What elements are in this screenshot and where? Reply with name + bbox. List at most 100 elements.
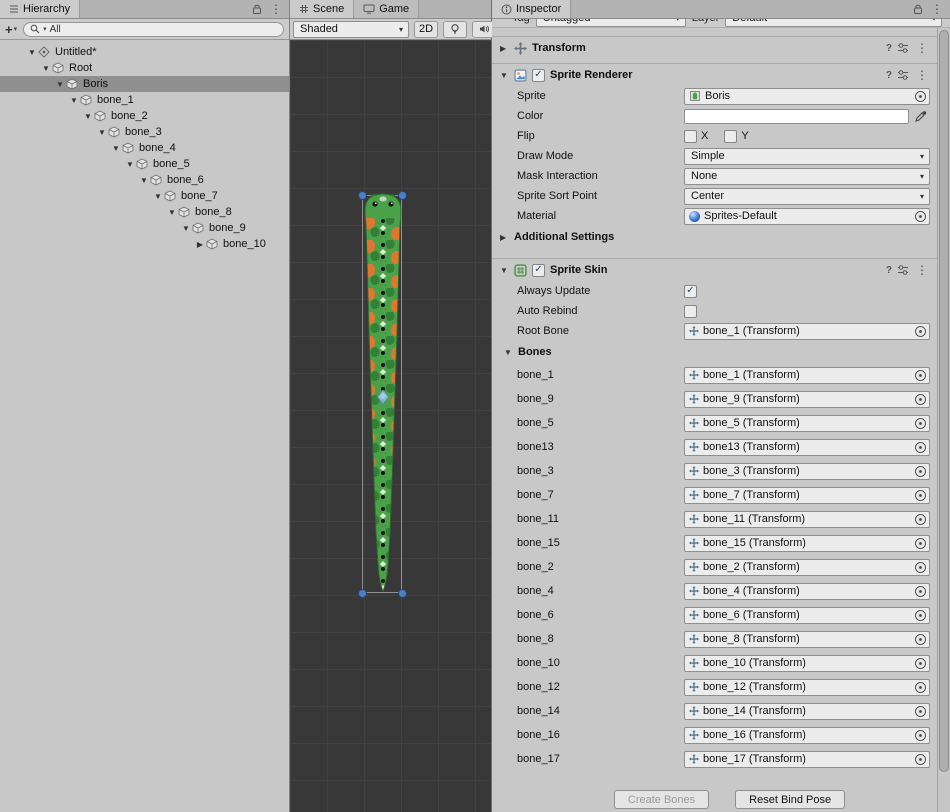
scene-viewport[interactable]	[290, 40, 491, 812]
lock-icon[interactable]	[913, 3, 923, 15]
foldout-icon[interactable]: ▼	[504, 348, 513, 357]
shading-mode-dropdown[interactable]: Shaded ▾	[293, 21, 409, 38]
bone-object-field[interactable]: bone_4 (Transform)	[684, 583, 930, 600]
hierarchy-tree-item[interactable]: ▼ bone_4	[0, 140, 289, 156]
object-picker-icon[interactable]	[915, 586, 926, 597]
foldout-icon[interactable]: ▼	[68, 96, 80, 105]
hierarchy-tree-item[interactable]: ▼ bone_9	[0, 220, 289, 236]
hierarchy-tree-item[interactable]: ▼ bone_1	[0, 92, 289, 108]
foldout-icon[interactable]: ▼	[110, 144, 122, 153]
help-icon[interactable]: ?	[886, 43, 892, 54]
object-picker-icon[interactable]	[915, 754, 926, 765]
bone-object-field[interactable]: bone_14 (Transform)	[684, 703, 930, 720]
object-picker-icon[interactable]	[915, 466, 926, 477]
foldout-icon[interactable]: ▼	[138, 176, 150, 185]
hierarchy-tree-item[interactable]: ▼ bone_5	[0, 156, 289, 172]
bone-object-field[interactable]: bone_12 (Transform)	[684, 679, 930, 696]
foldout-icon[interactable]: ▶	[194, 240, 206, 249]
hierarchy-tree-item[interactable]: ▼ Untitled*	[0, 44, 289, 60]
component-menu-icon[interactable]: ⋮	[914, 264, 930, 276]
bone-object-field[interactable]: bone_11 (Transform)	[684, 511, 930, 528]
inspector-scrollbar[interactable]	[937, 28, 950, 812]
lock-icon[interactable]	[252, 3, 262, 15]
bone-object-field[interactable]: bone_10 (Transform)	[684, 655, 930, 672]
bone-object-field[interactable]: bone_1 (Transform)	[684, 367, 930, 384]
search-input[interactable]: ▾ All	[23, 22, 284, 37]
object-picker-icon[interactable]	[915, 490, 926, 501]
layer-dropdown[interactable]: Default ▾	[725, 19, 942, 27]
reset-bind-pose-button[interactable]: Reset Bind Pose	[735, 790, 845, 809]
bone-object-field[interactable]: bone_3 (Transform)	[684, 463, 930, 480]
tab-hierarchy[interactable]: Hierarchy	[0, 0, 80, 18]
hierarchy-tree-item[interactable]: ▶ bone_10	[0, 236, 289, 252]
presets-icon[interactable]	[897, 69, 909, 81]
help-icon[interactable]: ?	[886, 70, 892, 81]
mask-interaction-dropdown[interactable]: None ▾	[684, 168, 930, 185]
object-picker-icon[interactable]	[915, 562, 926, 573]
transform-header[interactable]: ▶ Transform ? ⋮	[492, 37, 937, 59]
hierarchy-tree-item[interactable]: ▼ Root	[0, 60, 289, 76]
foldout-icon[interactable]: ▼	[500, 71, 509, 80]
foldout-icon[interactable]: ▼	[166, 208, 178, 217]
bone-object-field[interactable]: bone13 (Transform)	[684, 439, 930, 456]
foldout-icon[interactable]: ▼	[500, 266, 509, 275]
foldout-icon[interactable]: ▼	[96, 128, 108, 137]
bone-object-field[interactable]: bone_7 (Transform)	[684, 487, 930, 504]
sprite-object-field[interactable]: Boris	[684, 88, 930, 105]
foldout-icon[interactable]: ▼	[26, 48, 38, 57]
bones-foldout[interactable]: ▼ Bones	[492, 341, 937, 363]
selection-handle-top-left[interactable]	[358, 191, 367, 200]
object-picker-icon[interactable]	[915, 658, 926, 669]
selection-handle-bottom-left[interactable]	[358, 589, 367, 598]
object-picker-icon[interactable]	[915, 211, 926, 222]
foldout-icon[interactable]: ▼	[124, 160, 136, 169]
flip-y-checkbox[interactable]: ✓	[724, 130, 737, 143]
help-icon[interactable]: ?	[886, 265, 892, 276]
bone-object-field[interactable]: bone_17 (Transform)	[684, 751, 930, 768]
bone-object-field[interactable]: bone_15 (Transform)	[684, 535, 930, 552]
presets-icon[interactable]	[897, 42, 909, 54]
hierarchy-tree-item[interactable]: ▼ bone_6	[0, 172, 289, 188]
object-picker-icon[interactable]	[915, 442, 926, 453]
eyedropper-icon[interactable]	[914, 110, 930, 123]
always-update-checkbox[interactable]: ✓	[684, 285, 697, 298]
selection-handle-top-right[interactable]	[398, 191, 407, 200]
create-bones-button[interactable]: Create Bones	[614, 790, 709, 809]
bone-object-field[interactable]: bone_9 (Transform)	[684, 391, 930, 408]
hierarchy-tree-item[interactable]: ▼ bone_8	[0, 204, 289, 220]
bone-object-field[interactable]: bone_16 (Transform)	[684, 727, 930, 744]
boris-sprite[interactable]	[360, 192, 406, 596]
object-picker-icon[interactable]	[915, 682, 926, 693]
hierarchy-tree-item[interactable]: ▼ Boris	[0, 76, 289, 92]
object-picker-icon[interactable]	[915, 730, 926, 741]
tab-game[interactable]: Game	[354, 0, 419, 18]
foldout-icon[interactable]: ▼	[54, 80, 66, 89]
tab-scene[interactable]: Scene	[290, 0, 354, 18]
foldout-icon[interactable]: ▼	[82, 112, 94, 121]
panel-menu-icon[interactable]: ⋮	[929, 3, 945, 15]
presets-icon[interactable]	[897, 264, 909, 276]
foldout-icon[interactable]: ▼	[152, 192, 164, 201]
object-picker-icon[interactable]	[915, 538, 926, 549]
object-picker-icon[interactable]	[915, 610, 926, 621]
object-picker-icon[interactable]	[915, 706, 926, 717]
foldout-icon[interactable]: ▼	[40, 64, 52, 73]
root-bone-object-field[interactable]: bone_1 (Transform)	[684, 323, 930, 340]
tab-inspector[interactable]: Inspector	[492, 0, 571, 18]
flip-x-checkbox[interactable]: ✓	[684, 130, 697, 143]
component-enabled-checkbox[interactable]: ✓	[532, 264, 545, 277]
object-picker-icon[interactable]	[915, 394, 926, 405]
sprite-skin-header[interactable]: ▼ ✓ Sprite Skin ? ⋮	[492, 259, 937, 281]
selection-handle-bottom-right[interactable]	[398, 589, 407, 598]
hierarchy-tree-item[interactable]: ▼ bone_7	[0, 188, 289, 204]
scrollbar-thumb[interactable]	[939, 30, 949, 772]
scene-lighting-button[interactable]	[443, 21, 467, 38]
foldout-icon[interactable]: ▶	[500, 44, 509, 53]
create-object-button[interactable]: + ▾	[5, 23, 17, 36]
object-picker-icon[interactable]	[915, 370, 926, 381]
object-picker-icon[interactable]	[915, 634, 926, 645]
material-object-field[interactable]: Sprites-Default	[684, 208, 930, 225]
object-picker-icon[interactable]	[915, 326, 926, 337]
hierarchy-tree-item[interactable]: ▼ bone_3	[0, 124, 289, 140]
object-picker-icon[interactable]	[915, 91, 926, 102]
